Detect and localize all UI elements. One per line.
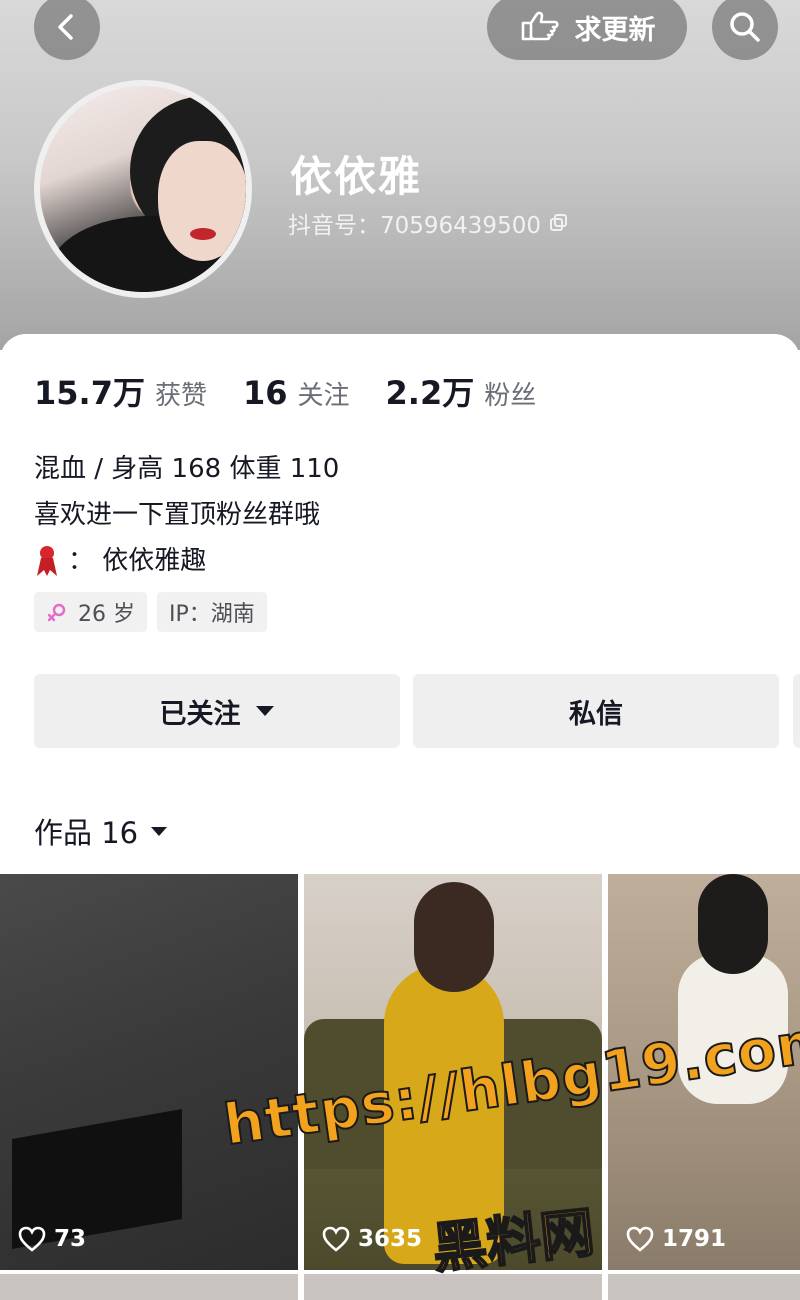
followed-label: 已关注 [159,698,241,730]
works-label: 作品 16 [34,816,139,850]
like-count-value: 73 [54,1226,87,1252]
search-button[interactable] [712,0,778,60]
caret-down-icon [151,826,168,836]
like-count: 73 [18,1226,86,1252]
stat-following-value: 16 [242,374,288,412]
bio-line-1: 混血 / 身高 168 体重 110 [34,454,340,484]
works-tab[interactable]: 作品 16 [34,810,168,852]
stat-likes[interactable]: 15.7万 获赞 [34,368,207,414]
bio-fan-group[interactable]: ： 依依雅趣 [34,538,339,584]
video-thumbnail-partial[interactable] [0,1274,298,1300]
avatar[interactable] [34,80,252,298]
back-button[interactable] [34,0,100,60]
avatar-face [158,141,246,261]
watermark-name: 黑料网 [429,1200,599,1282]
avatar-lips [190,228,216,240]
request-update-button[interactable]: 求更新 [487,0,687,60]
message-button[interactable]: 私信 [413,674,779,748]
copy-icon[interactable] [549,213,569,233]
ip-tag: IP：湖南 [157,592,267,632]
video-thumbnail-partial[interactable] [608,1274,800,1300]
fan-group-name: ： 依依雅趣 [68,546,207,576]
more-button[interactable] [793,674,800,748]
stat-likes-value: 15.7万 [34,374,145,412]
profile-card: 15.7万 获赞 16 关注 2.2万 粉丝 混血 / 身高 168 体重 11… [0,334,800,1300]
age-text: 26 岁 [78,602,135,627]
heart-icon [18,1226,46,1252]
age-tag: 26 岁 [34,592,147,632]
heart-icon [322,1226,350,1252]
thumbnail-head-shape [698,874,768,974]
ip-text: IP：湖南 [169,602,255,627]
stat-followers-label: 粉丝 [484,381,537,411]
pointing-hand-icon [521,11,559,41]
female-icon [47,603,66,622]
stat-followers-value: 2.2万 [385,374,475,412]
bio: 混血 / 身高 168 体重 110 喜欢进一下置顶粉丝群哦 ： 依依雅趣 [34,446,339,584]
heart-icon [626,1226,654,1252]
ribbon-icon [37,546,57,576]
thumbnail-head-shape [414,882,494,992]
message-label: 私信 [569,698,623,730]
stat-following-label: 关注 [297,381,350,411]
stat-likes-label: 获赞 [154,381,207,411]
caret-down-icon [255,706,274,716]
chevron-left-icon [58,14,73,40]
video-thumbnail[interactable]: 73 [0,874,298,1270]
account-id-text: 抖音号：70596439500 [288,213,541,239]
like-count-value: 1791 [662,1226,727,1252]
like-count: 1791 [626,1226,726,1252]
search-icon [730,12,760,42]
stat-following[interactable]: 16 关注 [243,374,350,412]
bio-line-2: 喜欢进一下置顶粉丝群哦 [34,500,321,530]
profile-name: 依依雅 [290,152,423,201]
followed-button[interactable]: 已关注 [34,674,400,748]
stats-row: 15.7万 获赞 16 关注 2.2万 粉丝 [34,368,572,414]
request-update-label: 求更新 [574,14,656,46]
like-count-value: 3635 [358,1226,423,1252]
stat-followers[interactable]: 2.2万 粉丝 [386,368,537,414]
profile-header: 求更新 依依雅 抖音号：70596439500 [0,0,800,350]
profile-tags: 26 岁 IP：湖南 [34,592,267,632]
like-count: 3635 [322,1226,422,1252]
account-id: 抖音号：70596439500 [288,206,569,240]
